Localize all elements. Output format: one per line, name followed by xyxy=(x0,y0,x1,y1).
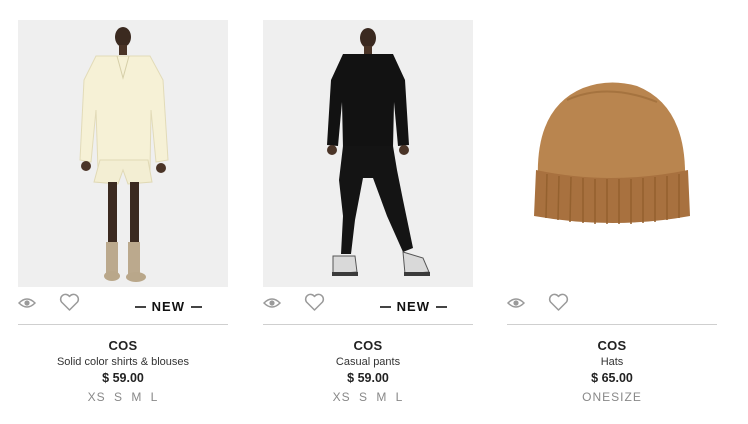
product-image[interactable] xyxy=(507,20,717,287)
eye-icon[interactable] xyxy=(507,297,525,309)
product-actions: NEW xyxy=(263,287,473,325)
product-brand[interactable]: COS xyxy=(263,338,473,353)
product-price: $ 59.00 xyxy=(347,371,389,385)
badge-dash xyxy=(191,305,202,308)
heart-icon[interactable] xyxy=(548,293,569,312)
product-sizes: XS S M L xyxy=(332,390,404,404)
heart-icon[interactable] xyxy=(59,293,80,312)
product-name[interactable]: Hats xyxy=(507,356,717,368)
heart-icon[interactable] xyxy=(304,293,325,312)
eye-icon[interactable] xyxy=(18,297,36,309)
badge-dash xyxy=(134,305,146,308)
badge-label: NEW xyxy=(151,299,185,314)
product-info: COS Casual pants $ 59.00 XS S M L xyxy=(263,338,473,404)
product-actions xyxy=(507,287,717,325)
product-brand[interactable]: COS xyxy=(507,338,717,353)
badge-label: NEW xyxy=(396,299,430,314)
new-badge: NEW xyxy=(379,299,447,314)
product-brand[interactable]: COS xyxy=(18,338,228,353)
badge-dash xyxy=(436,305,447,308)
product-info: COS Solid color shirts & blouses $ 59.00… xyxy=(18,338,228,404)
new-badge: NEW xyxy=(134,299,202,314)
product-image[interactable] xyxy=(18,20,228,287)
product-name[interactable]: Casual pants xyxy=(263,356,473,368)
product-info: COS Hats $ 65.00 ONESIZE xyxy=(507,338,717,404)
product-image[interactable] xyxy=(263,20,473,287)
product-sizes: XS S M L xyxy=(87,390,159,404)
product-card[interactable]: COS Hats $ 65.00 ONESIZE xyxy=(507,20,719,404)
product-name[interactable]: Solid color shirts & blouses xyxy=(18,356,228,368)
product-card[interactable]: NEW COS Casual pants $ 59.00 XS S M L xyxy=(263,20,475,404)
eye-icon[interactable] xyxy=(263,297,281,309)
product-card[interactable]: NEW COS Solid color shirts & blouses $ 5… xyxy=(18,20,230,404)
product-price: $ 65.00 xyxy=(591,371,633,385)
product-actions: NEW xyxy=(18,287,228,325)
product-sizes: ONESIZE xyxy=(582,390,642,404)
product-price: $ 59.00 xyxy=(102,371,144,385)
badge-dash xyxy=(379,305,391,308)
